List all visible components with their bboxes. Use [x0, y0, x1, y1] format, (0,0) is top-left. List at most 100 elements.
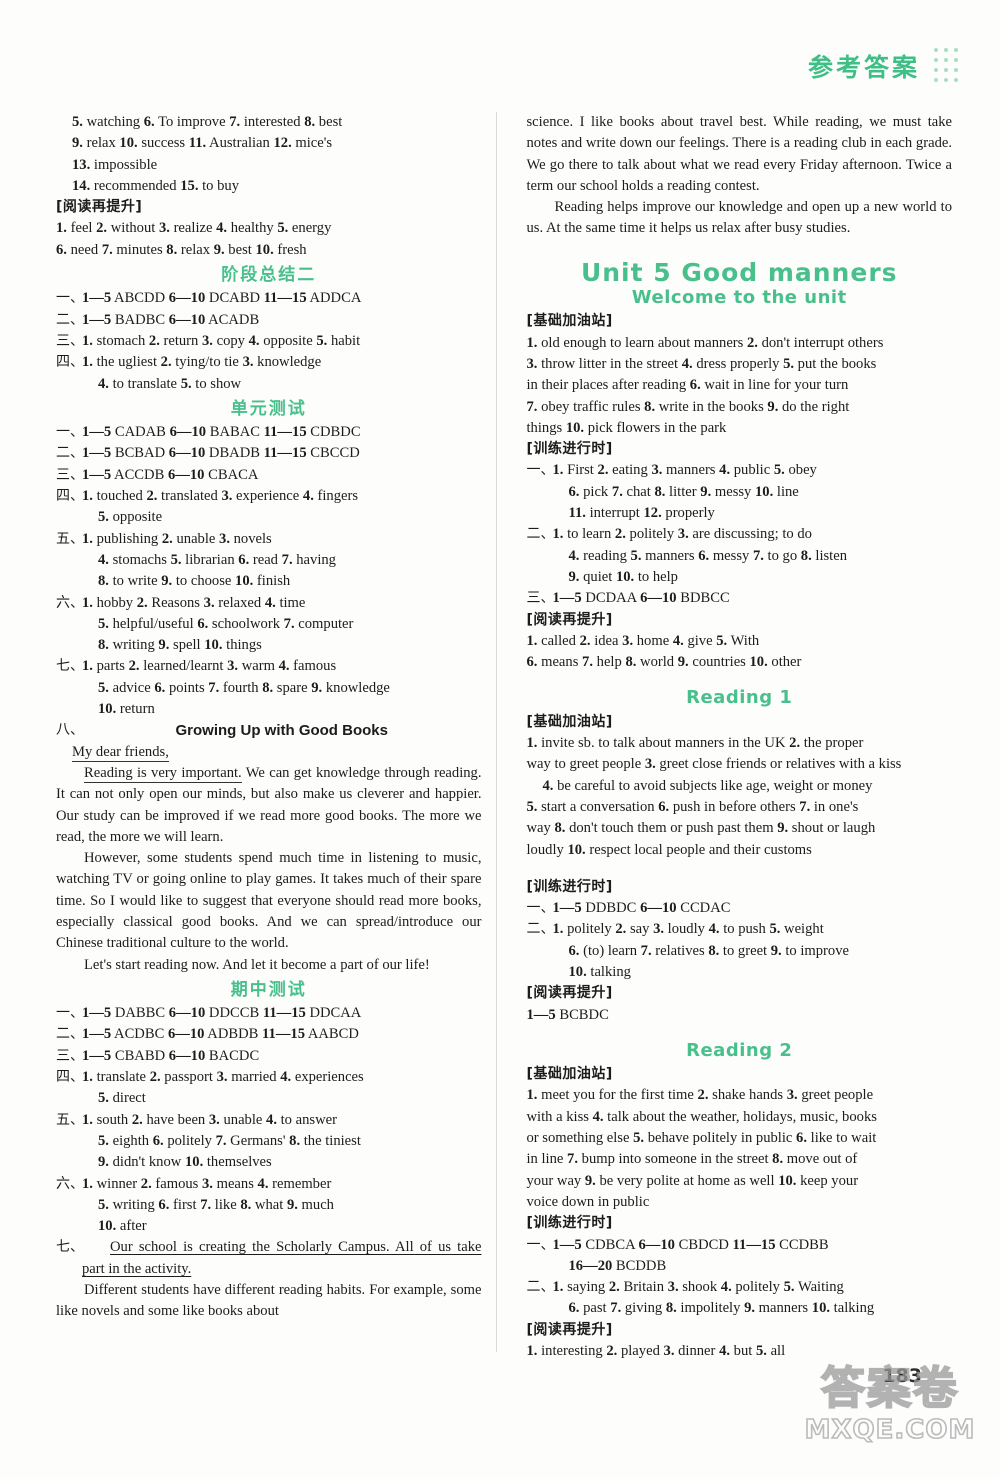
row-marker: 一、 [56, 1005, 84, 1022]
row-marker: 二、 [56, 445, 84, 462]
answer-line: 1. First 2. eating 3. manners 4. public … [552, 462, 817, 479]
answer-line: 5. direct [98, 1090, 146, 1107]
unit-test-heading: 单元测试 [230, 398, 307, 419]
row-marker: 一、 [56, 290, 84, 307]
answer-row: 六、 1. winner 2. famous 3. means 4. remem… [56, 1174, 482, 1238]
answer-line: 1. parts 2. learned/learnt 3. warm 4. fa… [82, 658, 337, 675]
answer-line: 1. interesting 2. played 3. dinner 4. bu… [526, 1343, 786, 1360]
answer-line: 1—5 BCBAD 6—10 DBADB 11—15 CBCCD [82, 445, 360, 462]
answer-line: 4. to translate 5. to show [98, 375, 242, 392]
answer-line: 1—5 CBABD 6—10 BACDC [82, 1047, 260, 1064]
answer-line: 1. saying 2. Britain 3. shook 4. politel… [552, 1279, 844, 1296]
answer-line: 9. relax 10. success 11. Australian 12. … [72, 135, 333, 152]
answer-row: 二、 1—5 BADBC 6—10 ACADB [56, 310, 482, 331]
essay-salutation: My dear friends, [72, 743, 169, 762]
row-marker: 三、 [56, 332, 84, 349]
midterm-essay-underlined: Our school is creating the Scholarly Cam… [82, 1239, 482, 1277]
welcome-basics-block: 1. old enough to learn about manners 2. … [527, 333, 953, 439]
dot-grid-decoration [934, 48, 960, 84]
answer-row: 一、 1—5 CDBCA 6—10 CBDCD 11—15 CCDBB 16—2… [527, 1235, 953, 1278]
answer-row: 二、 1—5 ACDBC 6—10 ADBDB 11—15 AABCD [56, 1024, 482, 1045]
essay-salutation-wrap: My dear friends, [72, 742, 169, 763]
answer-line: 1. to learn 2. politely 3. are discussin… [552, 526, 812, 543]
page-number: 183 [882, 1365, 922, 1387]
answer-line: 11. interrupt 12. properly [568, 505, 715, 522]
answer-row: 二、 1. saying 2. Britain 3. shook 4. poli… [527, 1277, 953, 1320]
midterm-essay-tail: Different students have different readin… [56, 1282, 482, 1320]
answer-line: 9. didn't know 10. themselves [98, 1154, 272, 1171]
row-marker: 五、 [56, 530, 84, 547]
row-marker: 一、 [526, 462, 555, 479]
answer-row: 三、 1—5 ACCDB 6—10 CBACA [56, 465, 482, 486]
answer-row: 三、 1. stomach 2. return 3. copy 4. oppos… [56, 331, 482, 352]
row-marker: 三、 [56, 466, 84, 483]
answer-line: 5. watching 6. To improve 7. interested … [72, 114, 343, 130]
essay-paragraph-2: However, some students spend much time i… [56, 850, 482, 952]
basics-label: [基础加油站] [526, 713, 613, 730]
answer-row: 五、 1. south 2. have been 3. unable 4. to… [56, 1110, 482, 1174]
essay-paragraph-1: Reading is very important. We can get kn… [56, 763, 482, 848]
answer-row: 二、 1. politely 2. say 3. loudly 4. to pu… [527, 919, 953, 983]
answer-line: 1—5 BCBDC [526, 1006, 609, 1023]
answer-row: 一、 1—5 ABCDD 6—10 DCABD 11—15 ADDCA [56, 288, 482, 309]
reading1-basics-block: 1. invite sb. to talk about manners in t… [527, 733, 953, 861]
essay-paragraph-3: Let's start reading now. And let it beco… [84, 956, 430, 973]
answer-line: 7. obey traffic rules 8. write in the bo… [526, 398, 850, 415]
answer-line: 1. meet you for the first time 2. shake … [526, 1087, 874, 1104]
essay-underlined-sentence: Reading is very important. [84, 764, 242, 783]
reading1-training-block: 一、 1—5 DDBDC 6—10 CCDAC 二、 1. politely 2… [527, 898, 953, 983]
answer-line: 5. eighth 6. politely 7. Germans' 8. the… [98, 1132, 361, 1149]
reading1-heading: Reading 1 [686, 687, 793, 709]
answer-line: way 8. don't touch them or push past the… [526, 820, 876, 837]
answer-line: 1. translate 2. passport 3. married 4. e… [82, 1069, 364, 1086]
answer-line: in line 7. bump into someone in the stre… [526, 1151, 858, 1168]
answer-row: 七、 1. parts 2. learned/learnt 3. warm 4.… [56, 656, 482, 720]
essay-block: 八、 Growing Up with Good Books My dear fr… [56, 720, 482, 976]
row-marker: 四、 [56, 1069, 84, 1086]
row-marker: 二、 [526, 921, 555, 938]
training-label: [训练进行时] [526, 878, 613, 895]
answer-row: 四、 1. touched 2. translated 3. experienc… [56, 486, 482, 529]
answer-line: 1. publishing 2. unable 3. novels [82, 530, 272, 547]
answer-line: 1. the ugliest 2. tying/to tie 3. knowle… [82, 354, 322, 371]
answer-line: or something else 5. behave politely in … [526, 1130, 877, 1147]
basics-label: [基础加油站] [526, 1066, 613, 1083]
answer-row: 一、 1. First 2. eating 3. manners 4. publ… [527, 460, 953, 524]
reading2-training-block: 一、 1—5 CDBCA 6—10 CBDCD 11—15 CCDBB 16—2… [527, 1235, 953, 1320]
essay-continued-paragraph-1: science. I like books about travel best.… [526, 114, 953, 194]
answer-line: 16—20 BCDDB [568, 1257, 667, 1274]
answer-line: 4. reading 5. manners 6. messy 7. to go … [568, 547, 848, 564]
stage-summary-block: 一、 1—5 ABCDD 6—10 DCABD 11—15 ADDCA 二、 1… [56, 288, 482, 394]
answer-line: 1—5 ACCDB 6—10 CBACA [82, 466, 259, 483]
row-marker: 二、 [526, 526, 555, 543]
reading2-heading: Reading 2 [686, 1039, 793, 1061]
row-marker: 一、 [526, 1236, 555, 1253]
answer-line: loudly 10. respect local people and thei… [526, 841, 812, 858]
row-marker: 四、 [56, 488, 84, 505]
answer-line: 5. writing 6. first 7. like 8. what 9. m… [98, 1196, 334, 1213]
row-marker: 一、 [56, 424, 84, 441]
training-label: [训练进行时] [526, 1215, 613, 1232]
answer-line: 9. quiet 10. to help [568, 568, 678, 585]
row-marker: 七、 [56, 1239, 84, 1256]
answer-row: 一、 1—5 DABBC 6—10 DDCCB 11—15 DDCAA [56, 1003, 482, 1024]
answer-line: 1—5 ABCDD 6—10 DCABD 11—15 ADDCA [82, 290, 362, 307]
row-marker: 八、 [56, 722, 84, 739]
answer-line: in their places after reading 6. wait in… [526, 377, 849, 394]
answer-row: 一、 1—5 CADAB 6—10 BABAC 11—15 CDBDC [56, 422, 482, 443]
answer-line: 1—5 DCDAA 6—10 BDBCC [552, 590, 730, 607]
answer-line: 1—5 ACDBC 6—10 ADBDB 11—15 AABCD [82, 1026, 359, 1043]
page-header: 参考答案 [808, 48, 960, 84]
answer-line: 1. politely 2. say 3. loudly 4. to push … [552, 921, 824, 938]
answer-line: 1—5 CDBCA 6—10 CBDCD 11—15 CCDBB [552, 1236, 829, 1253]
answer-line: voice down in public [526, 1193, 650, 1210]
answer-row: 四、 1. translate 2. passport 3. married 4… [56, 1067, 482, 1110]
row-marker: 六、 [56, 1175, 84, 1192]
answer-line: 6. need 7. minutes 8. relax 9. best 10. … [56, 241, 307, 258]
row-marker: 六、 [56, 594, 84, 611]
answer-line: 13. impossible [72, 156, 158, 173]
answer-row: 二、 1—5 BCBAD 6—10 DBADB 11—15 CBCCD [56, 443, 482, 464]
content-columns: 5. watching 6. To improve 7. interested … [56, 112, 953, 1359]
answer-row: 五、 1. publishing 2. unable 3. novels 4. … [56, 529, 482, 593]
answer-line: 1. invite sb. to talk about manners in t… [526, 735, 864, 752]
